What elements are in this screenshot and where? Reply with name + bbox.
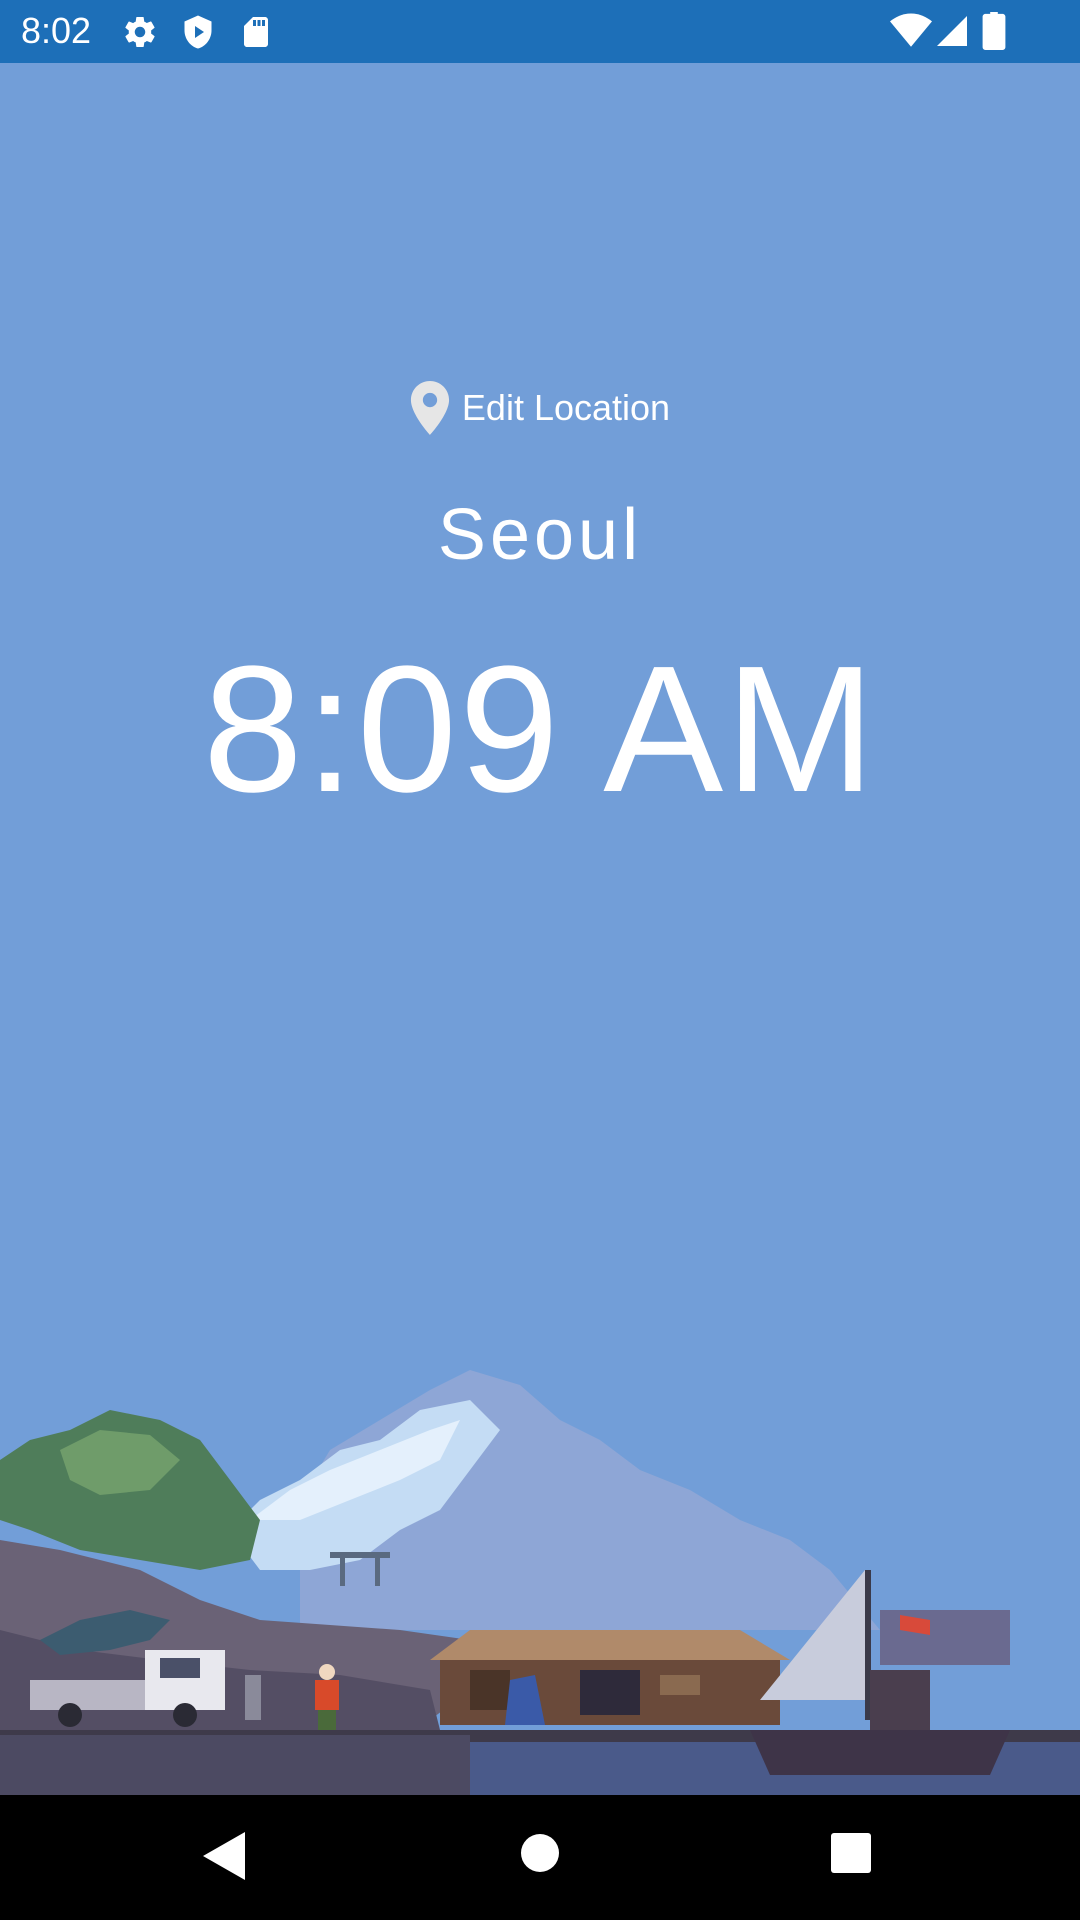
city-name: Seoul: [437, 495, 643, 575]
pixel-art-harbor-scene: [0, 1370, 1080, 1795]
edit-location-button[interactable]: Edit Location: [0, 380, 1080, 436]
edit-location-label[interactable]: Edit Location: [462, 387, 670, 429]
recents-icon[interactable]: [831, 1833, 871, 1873]
location-pin-icon: [410, 381, 449, 435]
world-time-screen: 8:02 Edit Location Seoul 8:09 AM: [0, 0, 1080, 1920]
home-icon[interactable]: [520, 1833, 560, 1873]
status-time: 8:02: [21, 10, 92, 51]
battery-icon: [982, 12, 1006, 50]
wooden-building: [430, 1630, 790, 1725]
wifi-icon: [890, 13, 932, 47]
status-bar: 8:02: [0, 0, 1080, 63]
sd-card-icon: [244, 17, 268, 47]
gear-icon: [125, 17, 155, 48]
sea-wall: [0, 1735, 470, 1795]
shield-play-icon: [184, 15, 212, 49]
torii-gate: [330, 1552, 390, 1558]
stone-lantern: [245, 1675, 261, 1720]
time-display: 8:09 AM: [202, 629, 878, 830]
back-icon[interactable]: [203, 1832, 245, 1880]
navigation-bar: [0, 1795, 1080, 1920]
cell-signal-icon: [937, 16, 967, 46]
